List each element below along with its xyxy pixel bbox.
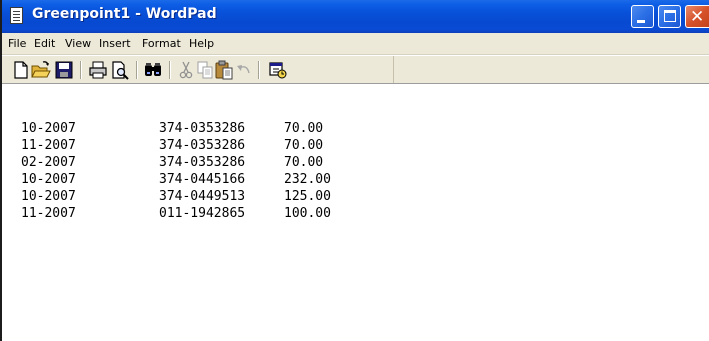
- undo-icon[interactable]: [234, 60, 254, 80]
- record-date: 10-2007: [21, 172, 76, 187]
- close-button[interactable]: ✕: [685, 5, 709, 28]
- list-item: 11-2007 374-0353286 70.00: [21, 137, 323, 154]
- list-item: 10-2007 374-0353286 70.00: [21, 120, 323, 137]
- record-amount: 70.00: [284, 121, 324, 136]
- maximize-button[interactable]: [658, 5, 681, 28]
- record-amount: 125.00: [284, 189, 331, 204]
- list-item: 11-2007 011-1942865 100.00: [21, 205, 331, 222]
- menu-view[interactable]: View: [65, 37, 91, 50]
- record-date: 10-2007: [21, 189, 76, 204]
- record-date: 02-2007: [21, 155, 76, 170]
- toolbar: [2, 56, 709, 84]
- record-account: 374-0353286: [159, 138, 246, 153]
- paste-icon[interactable]: [214, 60, 234, 80]
- save-icon[interactable]: [54, 60, 74, 80]
- menu-file[interactable]: File: [8, 37, 26, 50]
- menu-format[interactable]: Format: [142, 37, 181, 50]
- record-date: 10-2007: [21, 121, 76, 136]
- list-item: 10-2007 374-0449513 125.00: [21, 188, 331, 205]
- record-account: 374-0449513: [159, 189, 246, 204]
- close-icon: ✕: [690, 7, 705, 27]
- open-icon[interactable]: [31, 60, 51, 80]
- find-icon[interactable]: [143, 60, 163, 80]
- menu-insert[interactable]: Insert: [99, 37, 131, 50]
- window-title: Greenpoint1 - WordPad: [32, 6, 217, 22]
- maximize-icon: [664, 10, 676, 22]
- menu-help[interactable]: Help: [189, 37, 214, 50]
- cut-icon[interactable]: [176, 60, 196, 80]
- list-item: 10-2007 374-0445166 232.00: [21, 171, 331, 188]
- new-icon[interactable]: [11, 60, 31, 80]
- document-area[interactable]: 10-2007 374-0353286 70.00 11-2007 374-03…: [2, 85, 709, 341]
- wordpad-window: Greenpoint1 - WordPad ✕ File Edit View I…: [0, 0, 709, 341]
- copy-icon[interactable]: [195, 60, 215, 80]
- toolbar-separator: [136, 61, 138, 79]
- record-account: 011-1942865: [159, 206, 246, 221]
- record-amount: 232.00: [284, 172, 331, 187]
- record-amount: 70.00: [284, 155, 324, 170]
- minimize-button[interactable]: [631, 5, 654, 28]
- date-time-icon[interactable]: [268, 60, 288, 80]
- list-item: 02-2007 374-0353286 70.00: [21, 154, 323, 171]
- toolbar-separator: [258, 61, 260, 79]
- print-preview-icon[interactable]: [110, 60, 130, 80]
- record-amount: 70.00: [284, 138, 324, 153]
- record-date: 11-2007: [21, 138, 76, 153]
- minimize-icon: [637, 20, 645, 23]
- menu-bar: File Edit View Insert Format Help: [2, 33, 709, 55]
- menu-edit[interactable]: Edit: [34, 37, 55, 50]
- title-bar[interactable]: Greenpoint1 - WordPad ✕: [2, 0, 709, 33]
- record-account: 374-0445166: [159, 172, 246, 187]
- toolbar-separator: [80, 61, 82, 79]
- record-date: 11-2007: [21, 206, 76, 221]
- toolbar-separator: [169, 61, 171, 79]
- record-account: 374-0353286: [159, 155, 246, 170]
- print-icon[interactable]: [88, 60, 108, 80]
- record-account: 374-0353286: [159, 121, 246, 136]
- record-amount: 100.00: [284, 206, 331, 221]
- wordpad-document-icon[interactable]: [10, 7, 23, 24]
